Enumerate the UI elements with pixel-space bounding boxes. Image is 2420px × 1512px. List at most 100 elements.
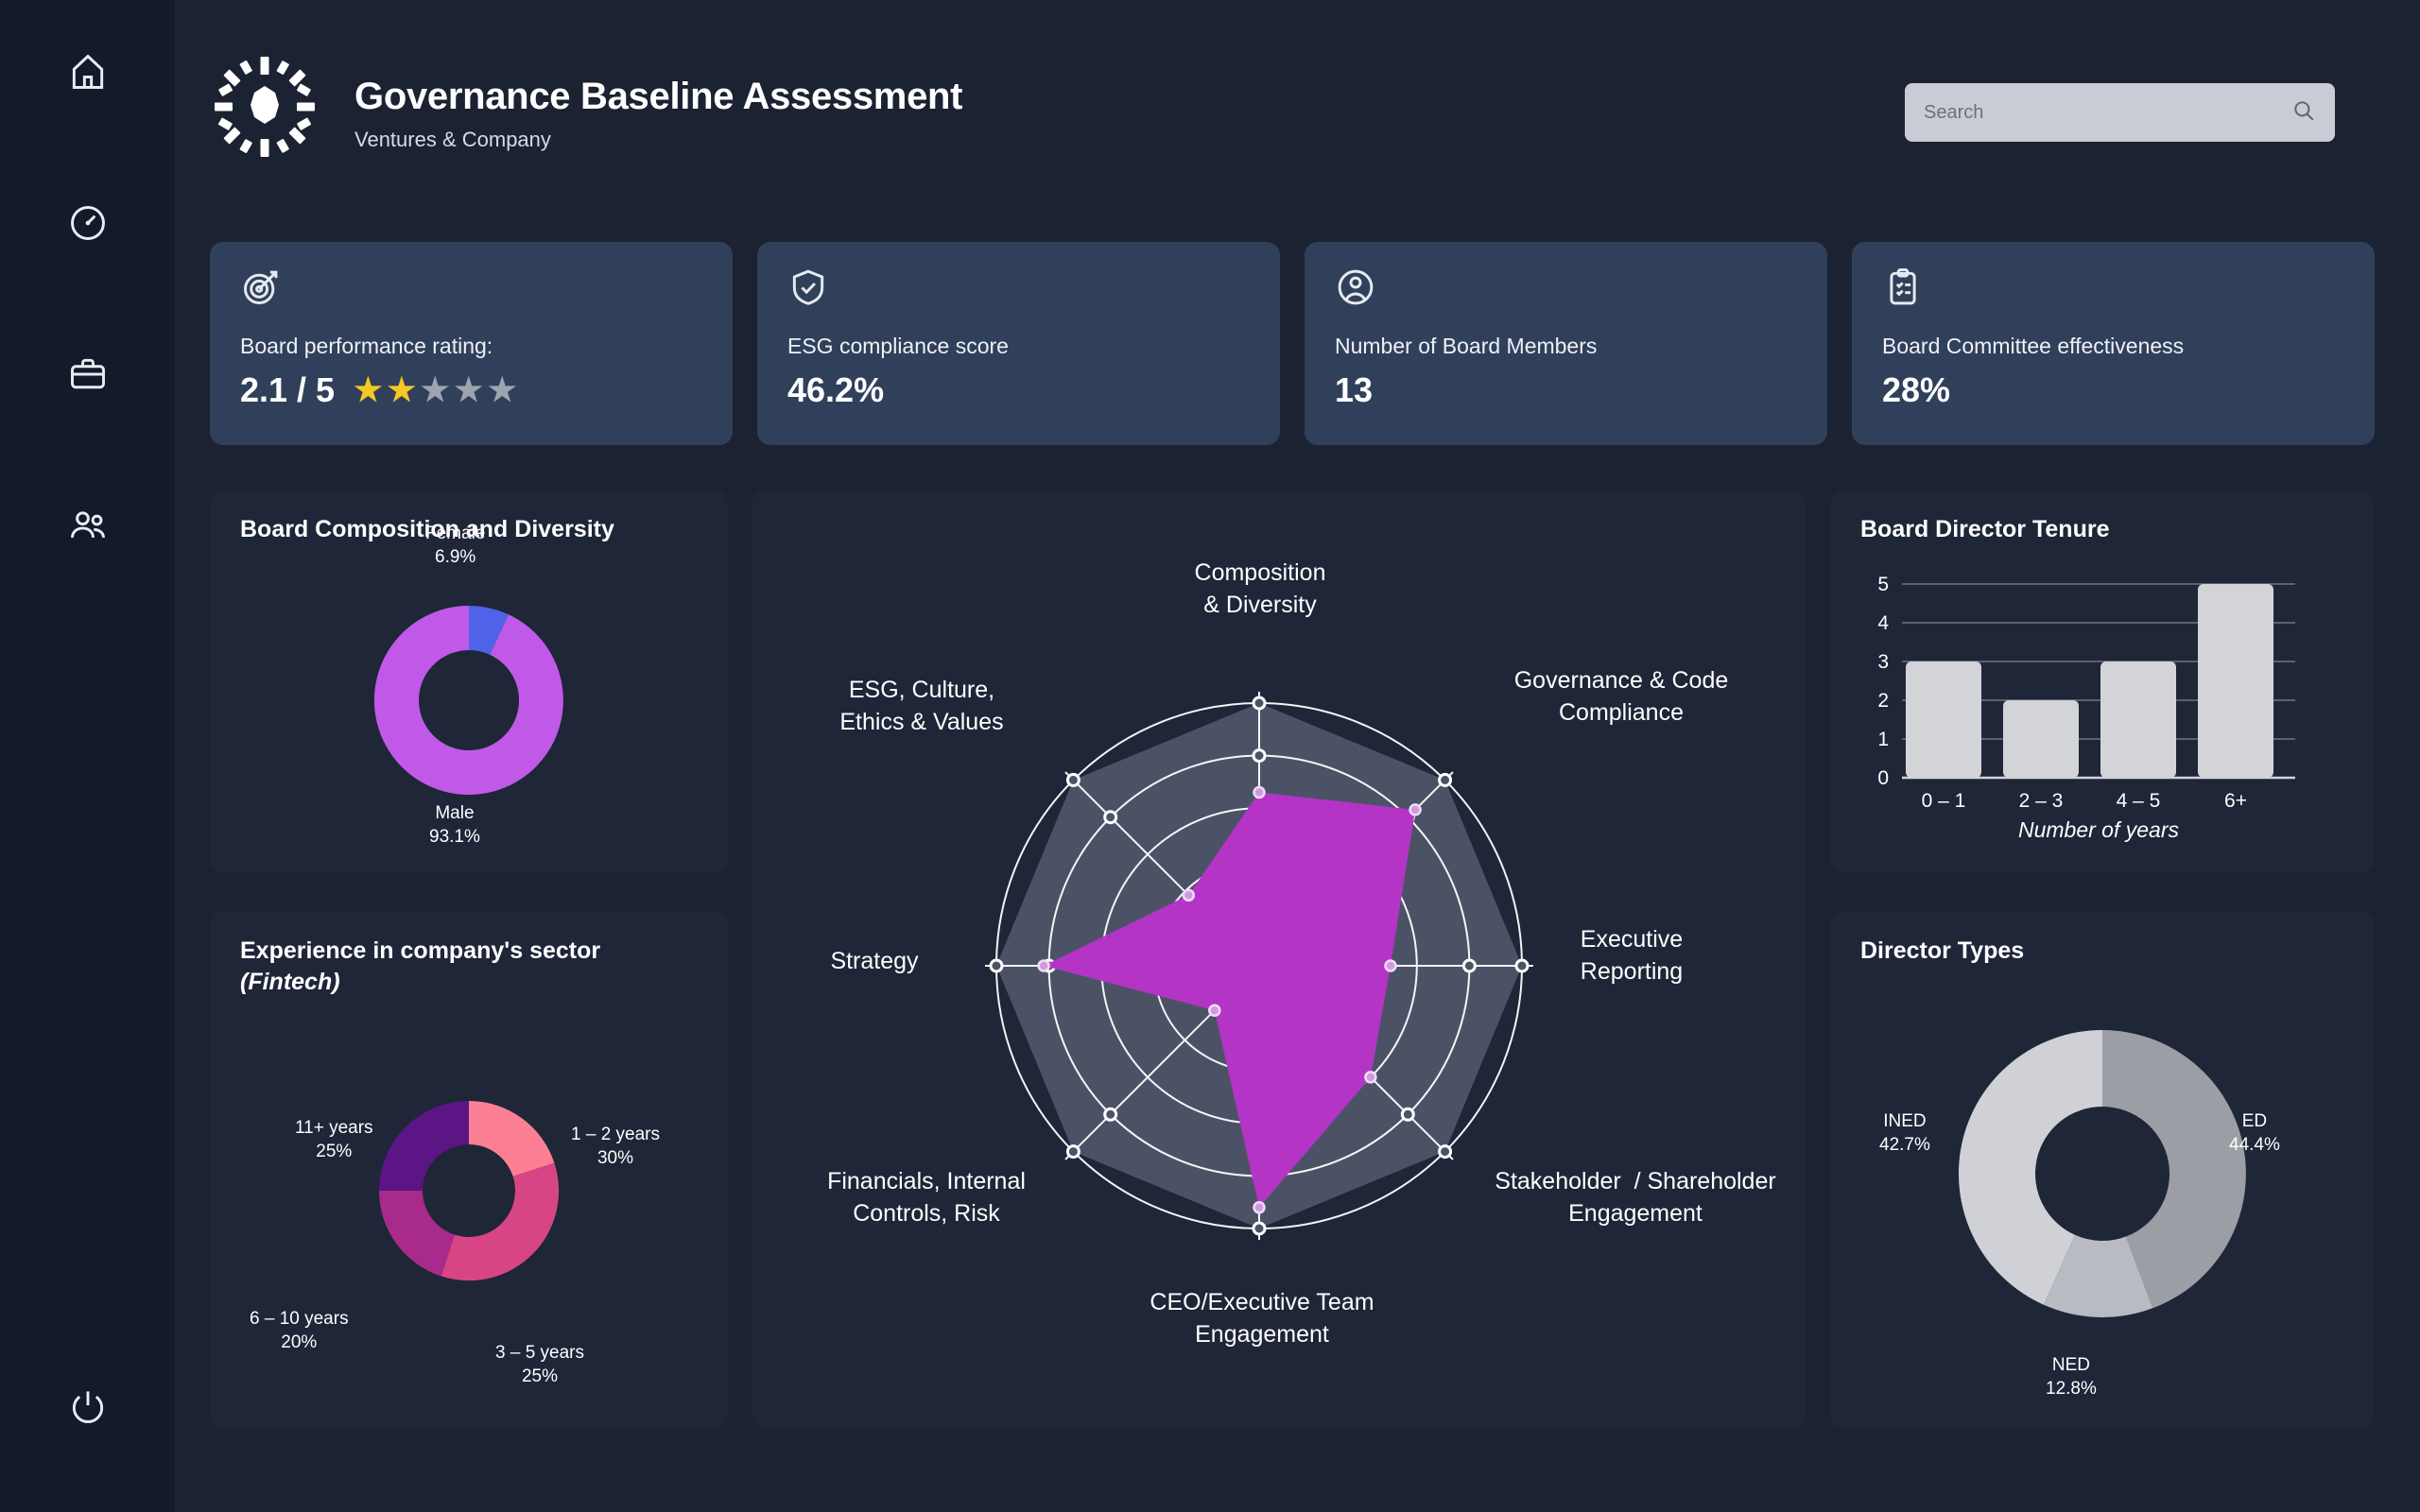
- donut-label-text: Male: [435, 803, 474, 823]
- radar-label-esg-culture-ethics: ESG, Culture,Ethics & Values: [789, 675, 1054, 739]
- bar-4-5: [2100, 662, 2176, 778]
- panel-board-composition: Board Composition and Diversity Female 6…: [210, 490, 728, 873]
- kpi-label: Board performance rating:: [240, 334, 702, 359]
- svg-text:0 – 1: 0 – 1: [1922, 790, 1966, 812]
- star-rating: ★ ★ ★ ★ ★: [354, 374, 516, 406]
- search-input[interactable]: [1924, 102, 2291, 124]
- donut-label-text: NED: [2052, 1355, 2090, 1375]
- star-1: ★: [354, 374, 382, 406]
- svg-text:5: 5: [1877, 574, 1889, 595]
- donut-label-11-plus-years: 11+ years 25%: [295, 1117, 373, 1163]
- kpi-card-committee-effectiveness[interactable]: Board Committee effectiveness 28%: [1852, 242, 2375, 445]
- sidebar-item-logout[interactable]: [60, 1380, 116, 1436]
- kpi-label: ESG compliance score: [787, 334, 1250, 359]
- radar-label-composition-diversity: Composition& Diversity: [1142, 558, 1378, 622]
- donut-label-value: 20%: [250, 1332, 349, 1355]
- panel-title: Experience in company's sector: [240, 937, 698, 965]
- donut-label-value: 12.8%: [2046, 1378, 2097, 1401]
- sidebar-nav: [60, 45, 116, 556]
- radar-label-stakeholder-engagement: Stakeholder / ShareholderEngagement: [1470, 1166, 1801, 1230]
- panel-director-tenure: Board Director Tenure 5 4 3 2 1 0: [1830, 490, 2375, 873]
- donut-label-3-5-years: 3 – 5 years 25%: [495, 1342, 584, 1388]
- donut-label-value: 25%: [495, 1366, 584, 1389]
- user-circle-icon: [1335, 266, 1797, 313]
- panel-subtitle: (Fintech): [240, 969, 698, 996]
- donut-slice-3-5-years: [441, 1163, 559, 1280]
- director-tenure-chart: 5 4 3 2 1 0 0 – 1 2 – 3 4 – 5: [1860, 563, 2344, 847]
- title-block: Governance Baseline Assessment Ventures …: [354, 76, 962, 152]
- sidebar: [0, 0, 175, 1512]
- svg-text:1: 1: [1877, 729, 1889, 750]
- radar-label-ceo-engagement: CEO/Executive TeamEngagement: [1130, 1287, 1394, 1351]
- kpi-value: 13: [1335, 370, 1797, 410]
- star-3: ★: [421, 374, 449, 406]
- sidebar-item-dashboard[interactable]: [60, 197, 116, 253]
- donut-slice-male: [374, 606, 563, 795]
- donut-label-ed: ED 44.4%: [2229, 1110, 2280, 1157]
- svg-text:2: 2: [1877, 690, 1889, 712]
- donut-label-value: 93.1%: [429, 826, 480, 850]
- donut-slice-6-10-years: [379, 1191, 455, 1276]
- shield-check-icon: [787, 266, 1250, 313]
- sunburst-logo: [213, 55, 317, 159]
- kpi-row: Board performance rating: 2.1 / 5 ★ ★ ★ …: [210, 242, 2375, 445]
- gauge-icon: [67, 202, 109, 249]
- kpi-card-board-members[interactable]: Number of Board Members 13: [1305, 242, 1827, 445]
- donut-label-text: 6 – 10 years: [250, 1309, 349, 1329]
- kpi-card-esg-compliance[interactable]: ESG compliance score 46.2%: [757, 242, 1280, 445]
- bar-6-plus: [2198, 584, 2273, 778]
- radar-label-executive-reporting: ExecutiveReporting: [1542, 924, 1721, 988]
- donut-label-text: INED: [1883, 1111, 1926, 1131]
- radar-label-financials-controls-risk: Financials, InternalControls, Risk: [789, 1166, 1063, 1230]
- clipboard-check-icon: [1882, 266, 2344, 313]
- donut-label-value: 30%: [571, 1147, 660, 1171]
- donut-slice-1-2-years: [469, 1101, 554, 1177]
- kpi-value: 2.1 / 5: [240, 370, 335, 410]
- sidebar-item-portfolio[interactable]: [60, 348, 116, 404]
- svg-text:0: 0: [1877, 767, 1889, 789]
- donut-label-ined: INED 42.7%: [1879, 1110, 1930, 1157]
- bar-2-3: [2003, 700, 2079, 778]
- kpi-card-board-performance[interactable]: Board performance rating: 2.1 / 5 ★ ★ ★ …: [210, 242, 733, 445]
- panel-title: Board Director Tenure: [1860, 516, 2344, 543]
- bars: [1906, 584, 2273, 778]
- sidebar-item-home[interactable]: [60, 45, 116, 102]
- donut-label-value: 44.4%: [2229, 1134, 2280, 1158]
- panel-governance-radar: Composition& Diversity Governance & Code…: [752, 490, 1806, 1429]
- svg-text:6+: 6+: [2224, 790, 2247, 812]
- donut-label-text: ED: [2242, 1111, 2267, 1131]
- donut-label-text: 3 – 5 years: [495, 1343, 584, 1363]
- svg-text:4: 4: [1877, 612, 1889, 634]
- donut-label-text: Female: [425, 524, 485, 543]
- donut-slice-11-plus-years: [379, 1101, 469, 1191]
- panel-title: Director Types: [1860, 937, 2344, 965]
- power-icon: [67, 1385, 109, 1432]
- people-icon: [67, 505, 109, 551]
- donut-label-male: Male 93.1%: [429, 802, 480, 849]
- kpi-value: 46.2%: [787, 370, 1250, 410]
- y-axis-labels: 5 4 3 2 1 0: [1877, 574, 1889, 789]
- donut-label-value: 6.9%: [425, 546, 485, 570]
- kpi-label: Number of Board Members: [1335, 334, 1797, 359]
- x-axis-title: Number of years: [2018, 817, 2180, 842]
- bar-0-1: [1906, 662, 1981, 778]
- donut-label-female: Female 6.9%: [425, 523, 485, 569]
- donut-label-value: 25%: [295, 1141, 373, 1164]
- panel-sector-experience: Experience in company's sector (Fintech)…: [210, 911, 728, 1429]
- star-4: ★: [455, 374, 483, 406]
- donut-label-text: 1 – 2 years: [571, 1125, 660, 1144]
- search-icon[interactable]: [2291, 98, 2316, 128]
- home-icon: [67, 51, 109, 97]
- page-subtitle: Ventures & Company: [354, 128, 962, 152]
- star-5: ★: [488, 374, 516, 406]
- x-axis-labels: 0 – 1 2 – 3 4 – 5 6+: [1922, 790, 2247, 812]
- briefcase-icon: [67, 353, 109, 400]
- search-box[interactable]: [1905, 83, 2335, 142]
- kpi-label: Board Committee effectiveness: [1882, 334, 2344, 359]
- donut-label-value: 42.7%: [1879, 1134, 1930, 1158]
- radar-label-strategy: Strategy: [789, 946, 959, 978]
- page-header: Governance Baseline Assessment Ventures …: [175, 0, 2420, 236]
- sidebar-item-board-members[interactable]: [60, 499, 116, 556]
- donut-label-text: 11+ years: [295, 1118, 373, 1138]
- svg-text:3: 3: [1877, 651, 1889, 673]
